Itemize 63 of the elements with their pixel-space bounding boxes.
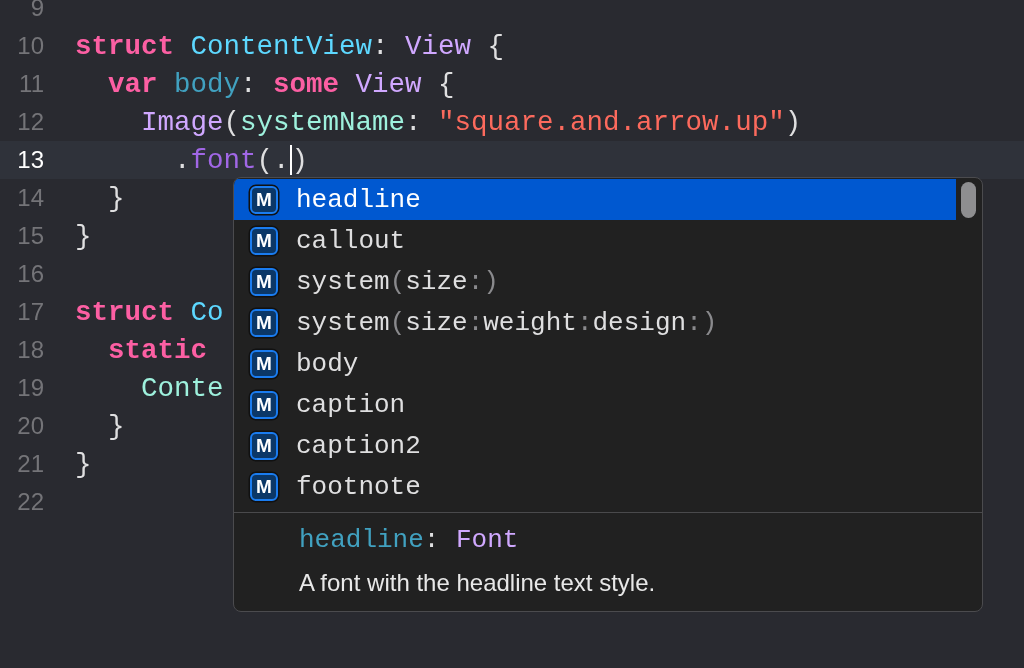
code-token: body [174,68,241,100]
completion-item[interactable]: M headline [234,179,956,220]
code-token: struct [75,30,175,62]
method-badge: M [250,185,278,214]
line-number: 16 [16,260,44,288]
line-number: 9 [29,0,44,22]
code-token: ) [291,144,309,176]
completion-item[interactable]: M caption [234,384,956,425]
code-token: systemName [240,106,406,138]
code-token: Image [141,106,224,138]
method-badge: M [250,226,278,255]
scrollbar-thumb[interactable] [961,182,976,218]
line-number: 10 [16,32,44,60]
code-token: . [174,144,191,176]
method-badge: M [250,349,278,378]
line-number: 15 [16,222,44,250]
method-badge: M [250,390,278,419]
line-number: 22 [16,488,44,516]
line-number: 11 [18,70,44,98]
line-number: 18 [16,336,44,364]
line-number: 19 [16,374,44,402]
method-badge: M [250,267,278,296]
code-token: : [372,30,389,62]
code-token: ( [223,106,241,138]
line-number: 14 [16,184,44,212]
code-token: (. [256,144,290,176]
completion-item[interactable]: M system(size:weight:design:) [234,302,956,343]
code-token: Co [190,296,224,328]
symbol-description: A font with the headline text style. [299,569,657,597]
code-token: "square.and.arrow.up" [438,106,785,138]
code-token: : [240,68,257,100]
code-token: { [438,68,455,100]
line-number: 12 [16,108,44,136]
code-token: View [405,30,472,62]
completion-item[interactable]: M callout [234,220,956,261]
method-badge: M [250,308,278,337]
code-token: static [108,334,208,366]
code-token: font [190,144,257,176]
code-token: { [487,30,505,62]
code-token: struct [75,296,175,328]
completion-item[interactable]: M system(size:) [234,261,956,302]
completion-item[interactable]: M body [234,343,956,384]
code-token: some [273,68,340,100]
completion-item[interactable]: M footnote [234,466,956,507]
line-number: 17 [16,298,44,326]
code-token: } [75,448,92,480]
completion-item[interactable]: M caption2 [234,425,956,466]
code-token: } [108,182,125,214]
method-badge: M [250,472,278,501]
code-token: Conte [141,372,224,404]
symbol-signature: headline: Font [299,525,520,555]
line-number: 13 [16,146,44,174]
code-token: ) [784,106,802,138]
code-token: var [108,68,158,100]
method-badge: M [250,431,278,460]
code-token: } [108,410,125,442]
code-token: ContentView [190,30,373,62]
line-number: 20 [16,412,44,440]
text-cursor [289,145,292,175]
code-token: View [355,68,422,100]
code-token: : [405,106,422,138]
code-token: } [75,220,92,252]
line-number: 21 [16,450,44,478]
